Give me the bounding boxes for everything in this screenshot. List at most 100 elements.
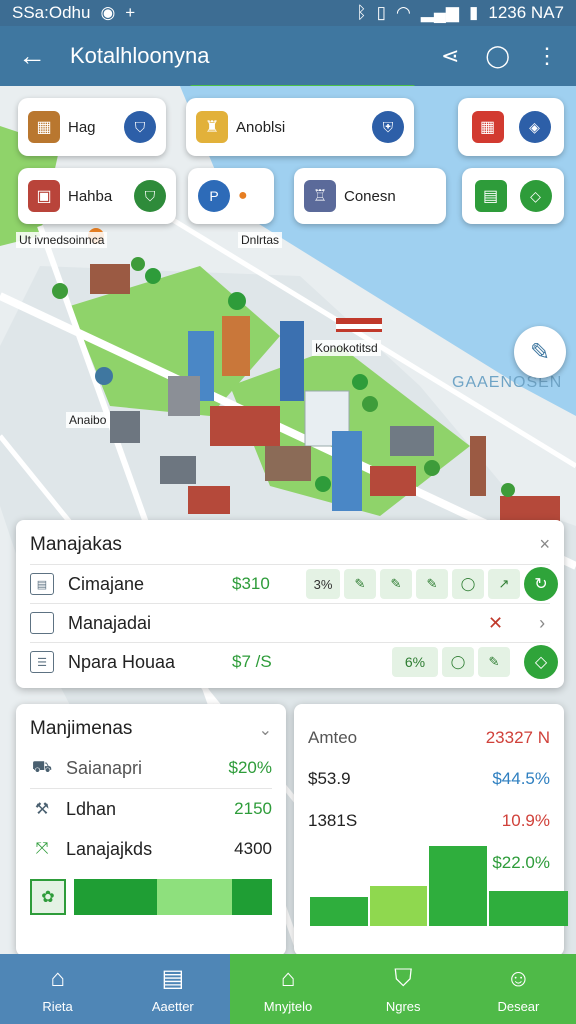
chevron-right-icon[interactable]: › — [539, 613, 545, 634]
table-icon: ▤ — [30, 573, 54, 595]
mini-bar-chart — [310, 842, 568, 926]
tag-button[interactable]: ◇ — [524, 645, 558, 679]
list-item[interactable]: ⤧ Lanajajkds 4300 — [30, 829, 272, 869]
refresh-button[interactable]: ↻ — [524, 567, 558, 601]
worker-icon: ⚒ — [34, 801, 50, 818]
poi-card-anoblsi[interactable]: ♜ Anoblsi ⛨ — [186, 98, 414, 156]
row-label: $53.9 — [308, 769, 351, 788]
list-item[interactable]: ☰ Npara Houaa $7 /S 6% ◯ ✎ ◇ — [30, 642, 558, 681]
row-label: Ldhan — [66, 798, 117, 819]
nav-item-home[interactable]: ⌂ Rieta — [0, 954, 116, 1024]
nav-item-progress[interactable]: ⛉ Ngres — [345, 954, 461, 1024]
chart-bar — [310, 896, 368, 926]
percent-chip[interactable]: 3% — [306, 569, 340, 599]
car-icon: ⛟ — [31, 759, 53, 776]
bus-icon: ▣ — [28, 180, 60, 212]
poi-card-green[interactable]: ▤ ◇ — [462, 168, 564, 224]
nav-label: Rieta — [42, 998, 73, 1014]
recycle-icon: ◇ — [519, 180, 552, 212]
nav-item-reports[interactable]: ▤ Aaetter — [115, 954, 231, 1024]
shield-check-icon: ⛉ — [394, 964, 413, 992]
vibrate-icon: ▯ — [376, 3, 386, 22]
poi-card-conesn[interactable]: ♖ Conesn — [294, 168, 446, 224]
map-label: Anaibo — [66, 412, 110, 428]
wifi-icon: ◠ — [395, 3, 411, 22]
chart-bar — [488, 890, 568, 926]
poi-card-hahba[interactable]: ▣ Hahba ⛉ — [18, 168, 176, 224]
map-label: Ut ivnedsoinnca — [16, 232, 108, 248]
list-item[interactable]: ⛟ Saianapri $20% — [30, 748, 272, 788]
list-item: $53.9 $44.5% — [308, 758, 550, 800]
chart-bar — [369, 885, 427, 926]
quick-panel-title: Manajakas — [30, 534, 122, 555]
document-icon: ▤ — [474, 180, 507, 212]
share-icon[interactable]: ⋖ — [441, 43, 459, 69]
nav-item-city[interactable]: ⌂ Mnyjtelo — [230, 954, 346, 1024]
row-value: $44.5% — [492, 769, 550, 788]
chevron-down-icon[interactable]: ⌄ — [259, 720, 272, 740]
plus-icon: + — [125, 3, 136, 22]
progress-row: ✿ — [30, 879, 272, 915]
pen-icon[interactable]: ✎ — [380, 569, 412, 599]
poi-card-services[interactable]: ▦ ◈ — [458, 98, 564, 156]
list-item[interactable]: Manajadai ✕ › — [30, 603, 550, 642]
nav-label: Aaetter — [151, 999, 194, 1014]
more-options-icon[interactable]: ⋮ — [536, 43, 558, 69]
tools-icon[interactable]: ✕ — [488, 613, 503, 634]
back-arrow-icon[interactable]: ← — [18, 40, 58, 72]
battery-icon: ▮ — [469, 3, 479, 22]
edit-fab-button[interactable]: ✎ — [514, 326, 566, 378]
poi-label: Hag — [68, 118, 96, 136]
summary-panel-left: Manjimenas ⌄ ⛟ Saianapri $20% ⚒ Ldhan 21… — [16, 704, 286, 956]
summary-panel-right: Amteo 23327 N $53.9 $44.5% 1381S 10.9% $… — [294, 704, 568, 956]
status-bar: SSa:Odhu ◉ + ᛒ ▯ ◠ ▂▄▆ ▮ 1236 NA7 — [0, 0, 576, 26]
progress-bar — [74, 879, 272, 915]
poi-label: Conesn — [344, 187, 396, 205]
pen-icon[interactable]: ✎ — [478, 647, 510, 677]
map-label: Konokotitsd — [312, 340, 381, 356]
nav-label: Desear — [497, 998, 540, 1014]
emblem-icon: ⛉ — [134, 180, 166, 212]
bluetooth-icon: ᛒ — [356, 3, 367, 22]
nav-label: Ngres — [385, 998, 421, 1014]
map-label: Dnlrtas — [238, 232, 283, 248]
poi-label: Hahba — [68, 187, 113, 205]
poi-card-parking[interactable]: P ● — [188, 168, 274, 224]
shield-icon: ⛉ — [124, 111, 156, 143]
building-icon: ⌂ — [280, 964, 296, 992]
close-icon[interactable]: × — [539, 534, 550, 555]
pen-icon[interactable]: ✎ — [416, 569, 448, 599]
leaf-icon[interactable]: ◯ — [452, 569, 484, 599]
list-item[interactable]: ▤ Cimajane $310 3% ✎ ✎ ✎ ◯ ↗ ↻ — [30, 564, 558, 603]
checkbox[interactable] — [30, 612, 54, 634]
plant-icon: ✿ — [30, 879, 66, 915]
percent-chip[interactable]: 6% — [392, 647, 438, 677]
signal-icon: ▂▄▆ — [420, 3, 460, 22]
page-title: Kotalhloonyna — [70, 43, 210, 68]
row-label: Manajadai — [68, 612, 152, 633]
row-label: Cimajane — [68, 573, 145, 594]
right-header-value: 23327 N — [485, 728, 550, 747]
profile-icon[interactable]: ◯ — [485, 43, 510, 69]
crest-icon: ⛨ — [372, 111, 404, 143]
user-icon: ☺ — [506, 964, 531, 992]
status-left-text: SSa:Odhu — [12, 3, 91, 22]
row-value: 10.9% — [501, 811, 550, 830]
status-time: 1236 NA7 — [488, 3, 564, 22]
location-pin-icon: ● — [238, 187, 248, 204]
poi-label: Anoblsi — [236, 118, 286, 136]
row-value: $310 — [232, 574, 270, 593]
app-bar: ← Kotalhloonyna ⋖ ◯ ⋮ — [0, 26, 576, 89]
nav-item-profile[interactable]: ☺ Desear — [460, 954, 576, 1024]
grid-icon: ▦ — [471, 111, 504, 143]
leaf-icon[interactable]: ◯ — [442, 647, 474, 677]
row-label: Lanajajkds — [66, 838, 153, 859]
pen-icon[interactable]: ✎ — [344, 569, 376, 599]
poi-card-hag[interactable]: ▦ Hag ⛉ — [18, 98, 166, 156]
arrow-icon[interactable]: ↗ — [488, 569, 520, 599]
expand-icon: ⤧ — [35, 840, 49, 857]
chart-bar — [429, 846, 487, 926]
home-icon: ⌂ — [50, 964, 65, 992]
building-icon: ▦ — [28, 111, 60, 143]
list-item[interactable]: ⚒ Ldhan 2150 — [30, 789, 272, 829]
